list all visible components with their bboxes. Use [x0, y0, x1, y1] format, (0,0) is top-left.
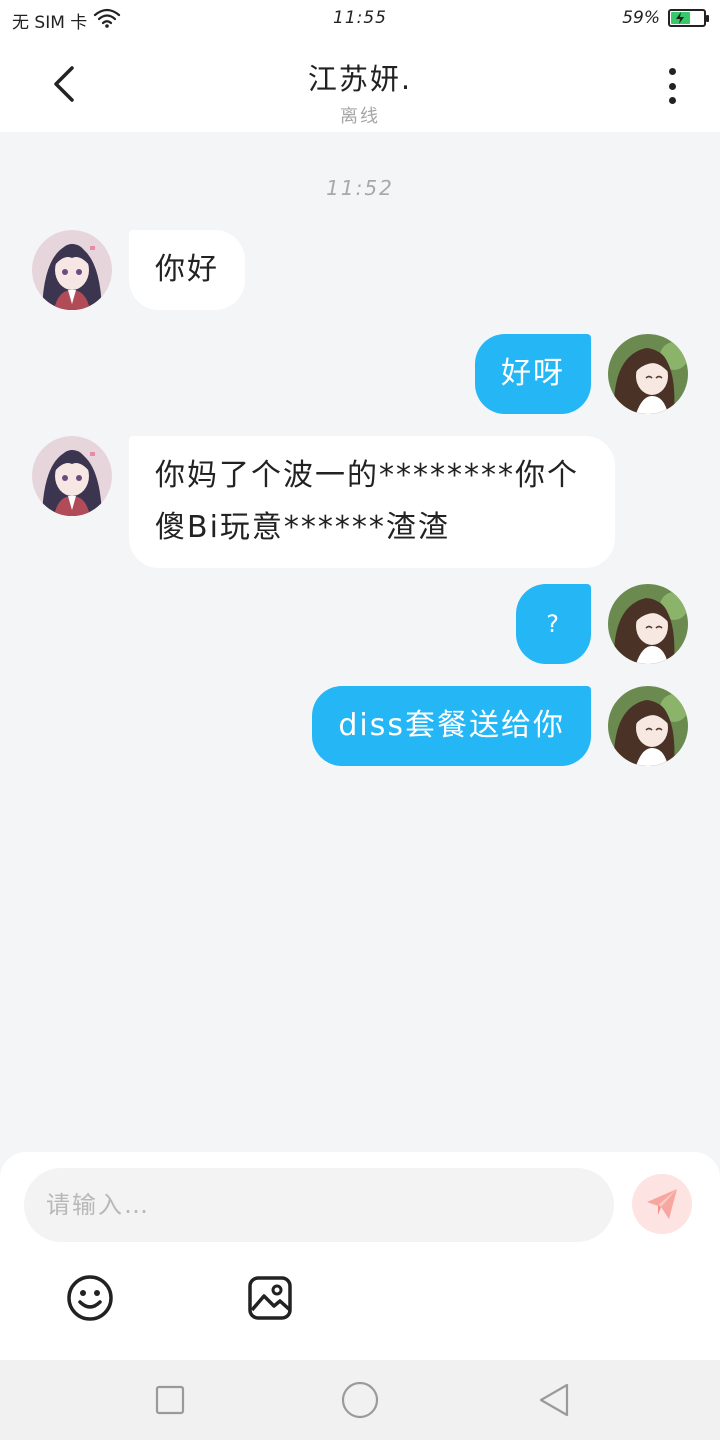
contact-name: 江苏妍. — [307, 62, 413, 96]
battery-level-fill — [671, 12, 690, 24]
my-avatar[interactable] — [608, 584, 688, 664]
home-button[interactable] — [340, 1380, 380, 1420]
more-options-button[interactable] — [652, 64, 692, 108]
status-right: 59% — [622, 8, 709, 28]
message-bubble-incoming[interactable]: 你妈了个波一的********你个傻Bi玩意******渣渣 — [129, 436, 615, 568]
status-bar: 无 SIM 卡 11:55 59% — [0, 0, 720, 36]
contact-status: 离线 — [340, 106, 380, 127]
more-vertical-icon-dot — [668, 82, 676, 90]
image-icon — [248, 1276, 292, 1320]
contact-avatar[interactable] — [32, 436, 112, 516]
chat-screen: 无 SIM 卡 11:55 59% 江苏妍. 离线 11:52 你好 好呀 你妈… — [0, 0, 720, 1440]
recent-apps-button[interactable] — [150, 1380, 190, 1420]
more-vertical-icon — [668, 68, 676, 75]
battery-percent: 59% — [622, 8, 660, 28]
triangle-back-icon — [539, 1383, 569, 1417]
message-timestamp: 11:52 — [326, 176, 394, 200]
contact-avatar[interactable] — [32, 230, 112, 310]
chat-header: 江苏妍. 离线 — [0, 36, 720, 132]
paper-plane-icon — [647, 1189, 677, 1219]
contact-info: 江苏妍. 离线 — [0, 56, 720, 128]
message-bubble-outgoing[interactable]: diss套餐送给你 — [312, 686, 591, 766]
my-avatar[interactable] — [608, 334, 688, 414]
more-vertical-icon-dot — [668, 97, 676, 104]
message-bubble-incoming[interactable]: 你好 — [129, 230, 245, 310]
image-button[interactable] — [246, 1274, 294, 1322]
my-avatar[interactable] — [608, 686, 688, 766]
square-icon — [155, 1385, 185, 1415]
message-list[interactable]: 11:52 你好 好呀 你妈了个波一的********你个傻Bi玩意******… — [0, 132, 720, 1152]
message-row-incoming: 你妈了个波一的********你个傻Bi玩意******渣渣 — [32, 436, 615, 568]
message-row-outgoing: ? — [516, 584, 688, 664]
charging-bolt-icon — [676, 12, 685, 24]
message-bubble-outgoing[interactable]: 好呀 — [475, 334, 591, 414]
send-button[interactable] — [632, 1174, 692, 1234]
battery-icon — [668, 9, 709, 27]
message-row-incoming: 你好 — [32, 230, 245, 310]
message-row-outgoing: diss套餐送给你 — [312, 686, 688, 766]
composer-panel — [0, 1152, 720, 1360]
emoji-button[interactable] — [66, 1274, 114, 1322]
message-input[interactable] — [24, 1168, 614, 1242]
system-back-button[interactable] — [534, 1380, 574, 1420]
circle-icon — [341, 1381, 379, 1419]
status-time: 11:55 — [333, 8, 387, 28]
system-nav-bar — [0, 1360, 720, 1440]
message-row-outgoing: 好呀 — [475, 334, 688, 414]
smiley-icon — [67, 1275, 113, 1321]
message-bubble-outgoing[interactable]: ? — [516, 584, 591, 664]
